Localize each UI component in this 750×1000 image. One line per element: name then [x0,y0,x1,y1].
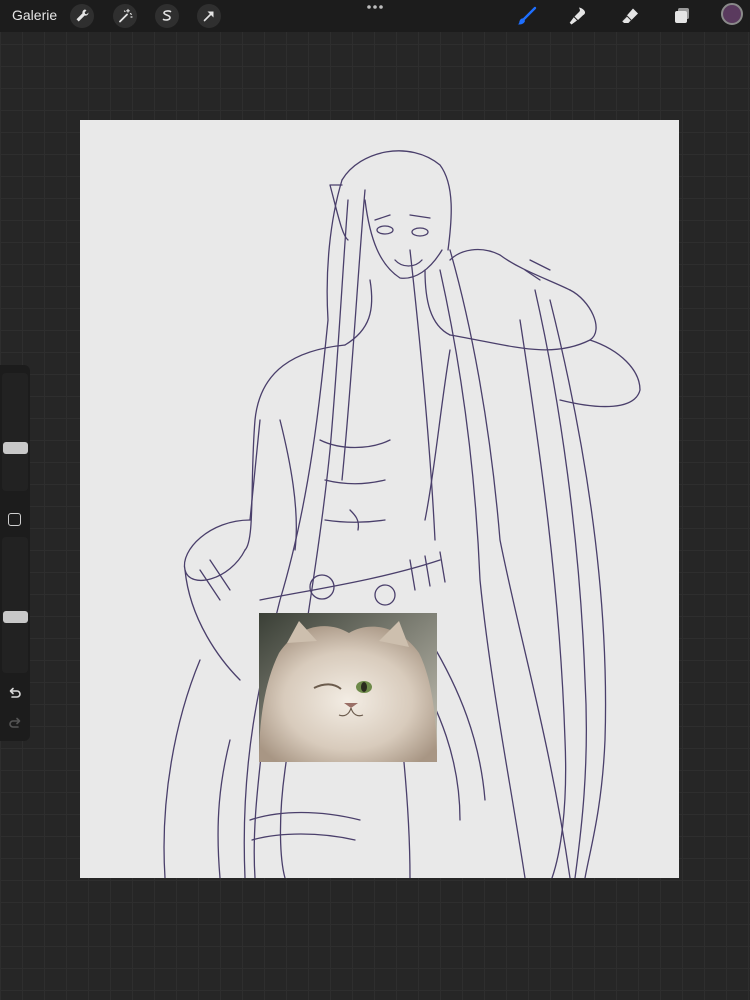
brush-size-knob[interactable] [3,441,28,454]
gallery-button[interactable]: Galerie [12,7,57,23]
layers-button[interactable] [670,4,694,28]
adjustments-button[interactable] [113,4,137,28]
transform-button[interactable] [197,4,221,28]
brush-opacity-slider[interactable] [2,537,28,673]
selection-icon [162,10,172,21]
modify-button[interactable] [8,513,21,526]
brush-size-slider[interactable] [2,373,28,491]
drawing-canvas[interactable] [80,120,679,878]
redo-icon[interactable] [7,715,23,731]
sidebar-tools [0,365,30,741]
actions-button[interactable] [70,4,94,28]
color-picker-button[interactable] [721,3,743,25]
brush-opacity-knob[interactable] [3,611,28,624]
cat-image [259,613,437,762]
line-art-drawing [163,150,641,878]
more-options-icon[interactable] [366,3,384,11]
cat-photo [259,613,437,762]
transform-arrow-icon [203,11,214,22]
eraser-icon [621,8,638,24]
layers-icon [675,8,689,23]
smudge-icon [569,7,586,25]
selection-button[interactable] [155,4,179,28]
eraser-tool-button[interactable] [618,4,642,28]
wrench-icon [76,9,89,22]
magic-wand-icon [119,8,133,23]
smudge-tool-button[interactable] [566,4,590,28]
brush-icon [517,6,537,25]
top-toolbar: Galerie [0,0,750,32]
undo-icon[interactable] [7,685,23,701]
brush-tool-button[interactable] [515,4,539,28]
